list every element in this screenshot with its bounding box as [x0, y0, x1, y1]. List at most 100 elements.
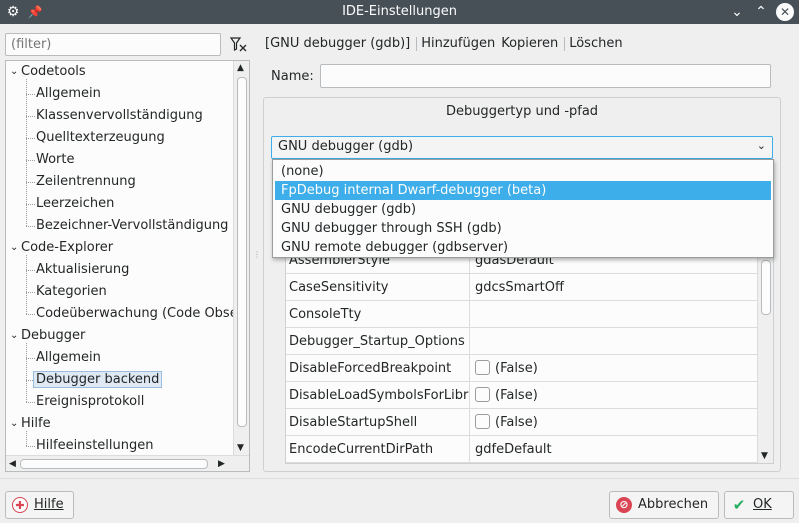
title-bar: ⚙ 📌 IDE-Einstellungen ⌄ ⌃ ✕	[0, 0, 799, 24]
tree-item[interactable]: Aktualisierung	[36, 259, 129, 281]
ok-button[interactable]: ✔ OK	[724, 491, 794, 519]
property-value[interactable]: gdfeDefault	[470, 436, 758, 463]
tree-item-label: Quelltexterzeugung	[36, 130, 165, 145]
dropdown-option[interactable]: GNU debugger through SSH (gdb)	[275, 219, 771, 238]
name-label: Name:	[271, 69, 314, 84]
tree-category[interactable]: ⌄ Codetools	[10, 61, 86, 83]
group-title: Debuggertyp und -pfad	[445, 104, 599, 119]
scroll-down-icon[interactable]: ▼	[761, 451, 768, 461]
tree-branch-line	[26, 226, 35, 227]
property-value[interactable]: (False)	[470, 409, 758, 436]
tree-branch-line	[26, 270, 35, 271]
property-row[interactable]: CaseSensitivity gdcsSmartOff	[286, 274, 758, 301]
window-title: IDE-Einstellungen	[342, 4, 457, 19]
scroll-right-icon[interactable]: ▶	[218, 459, 225, 469]
tree-item-label: Bezeichner-Vervollständigung	[36, 218, 229, 233]
dropdown-option[interactable]: FpDebug internal Dwarf-debugger (beta)	[275, 181, 771, 200]
tree-item[interactable]: Codeüberwachung (Code Obser	[36, 303, 243, 325]
scroll-down-icon[interactable]: ▼	[237, 443, 244, 453]
tree-horizontal-scroll-thumb[interactable]	[20, 459, 208, 469]
property-value-text: (False)	[495, 415, 538, 430]
property-checkbox[interactable]	[475, 360, 490, 375]
expand-chevron-icon[interactable]: ⌄	[10, 237, 22, 259]
filter-input[interactable]	[5, 33, 221, 56]
tree-horizontal-scrollbar[interactable]: ◀ ▶	[6, 455, 249, 471]
dropdown-option[interactable]: (none)	[275, 162, 771, 181]
property-row[interactable]: EncodeCurrentDirPath gdfeDefault	[286, 436, 758, 463]
property-row[interactable]: DisableForcedBreakpoint (False)	[286, 355, 758, 382]
property-checkbox[interactable]	[475, 387, 490, 402]
tree-item[interactable]: Debugger backend	[33, 369, 163, 391]
property-row[interactable]: DisableStartupShell (False)	[286, 409, 758, 436]
bottom-separator	[0, 478, 799, 479]
backend-select-button[interactable]: [GNU debugger (gdb)]	[265, 36, 410, 51]
clear-filter-icon[interactable]	[229, 35, 249, 55]
add-button[interactable]: Hinzufügen	[421, 36, 495, 51]
tree-branch-line	[26, 182, 35, 183]
debugger-type-dropdown-list[interactable]: (none) FpDebug internal Dwarf-debugger (b…	[272, 159, 774, 258]
property-value[interactable]: gdcsSmartOff	[470, 274, 758, 301]
tree-vertical-scroll-thumb[interactable]	[237, 77, 247, 427]
tree-item-label: Hilfe	[21, 416, 51, 431]
property-name: DisableForcedBreakpoint	[286, 355, 470, 382]
ok-button-label: OK	[753, 497, 772, 512]
help-button[interactable]: ✚ Hilfe	[5, 491, 74, 519]
scroll-left-icon[interactable]: ◀	[9, 459, 16, 469]
tree-item[interactable]: Klassenvervollständigung	[36, 105, 203, 127]
tree-item[interactable]: Leerzeichen	[36, 193, 114, 215]
property-value[interactable]: (False)	[470, 355, 758, 382]
tree-category[interactable]: ⌄ Debugger	[10, 325, 86, 347]
property-name: ConsoleTty	[286, 301, 470, 328]
tree-item[interactable]: Zeilentrennung	[36, 171, 136, 193]
tree-item[interactable]: Allgemein	[36, 347, 101, 369]
chevron-down-icon: ⌄	[756, 139, 766, 152]
minimize-icon[interactable]: ⌄	[727, 2, 747, 22]
tree-item[interactable]: Kategorien	[36, 281, 107, 303]
tree-item[interactable]: Quelltexterzeugung	[36, 127, 165, 149]
delete-button[interactable]: Löschen	[569, 36, 622, 51]
maximize-icon[interactable]: ⌃	[751, 2, 771, 22]
property-checkbox[interactable]	[475, 414, 490, 429]
property-value[interactable]	[470, 328, 758, 355]
close-icon[interactable]: ✕	[776, 3, 794, 21]
grid-vertical-scroll-thumb[interactable]	[761, 260, 771, 315]
property-name: DisableLoadSymbolsForLibrar	[286, 382, 470, 409]
tree-category[interactable]: ⌄ Code-Explorer	[10, 237, 113, 259]
property-value-text: (False)	[495, 388, 538, 403]
splitter-handle[interactable]: ⋮	[253, 250, 261, 259]
property-row[interactable]: DisableLoadSymbolsForLibrar (False)	[286, 382, 758, 409]
copy-button[interactable]: Kopieren	[501, 36, 558, 51]
property-name: CaseSensitivity	[286, 274, 470, 301]
name-input[interactable]	[320, 64, 771, 88]
tree-item-label: Zeilentrennung	[36, 174, 136, 189]
scroll-up-icon[interactable]: ▲	[237, 63, 244, 73]
tree-item[interactable]: Hilfeeinstellungen	[36, 435, 153, 457]
property-row[interactable]: ConsoleTty	[286, 301, 758, 328]
tree-item[interactable]: Ereignisprotokoll	[36, 391, 144, 413]
debugger-type-combo[interactable]: GNU debugger (gdb) ⌄	[271, 136, 773, 159]
tree-branch-line	[26, 94, 35, 95]
tree-item-label: Codeüberwachung (Code Obser	[36, 306, 244, 321]
dropdown-option[interactable]: GNU remote debugger (gdbserver)	[275, 238, 771, 257]
tree-item[interactable]: Bezeichner-Vervollständigung	[36, 215, 228, 237]
tree-item-label: Aktualisierung	[36, 262, 130, 277]
expand-chevron-icon[interactable]: ⌄	[10, 413, 22, 435]
tree-item[interactable]: Allgemein	[36, 83, 101, 105]
tree-branch-line	[26, 343, 27, 402]
settings-tree[interactable]: ⌄ Codetools Allgemein Klassenvervollständig…	[5, 60, 250, 472]
property-name: Debugger_Startup_Options	[286, 328, 470, 355]
property-value[interactable]	[470, 301, 758, 328]
dropdown-option[interactable]: GNU debugger (gdb)	[275, 200, 771, 219]
expand-chevron-icon[interactable]: ⌄	[10, 325, 22, 347]
expand-chevron-icon[interactable]: ⌄	[10, 61, 22, 83]
tree-category[interactable]: ⌄ Hilfe	[10, 413, 51, 435]
property-value[interactable]: (False)	[470, 382, 758, 409]
tree-vertical-scrollbar[interactable]: ▲ ▼	[233, 61, 249, 455]
tree-item-label: Debugger	[21, 328, 86, 343]
tree-branch-line	[26, 402, 35, 403]
tree-item-label: Ereignisprotokoll	[36, 394, 145, 409]
tree-item[interactable]: Worte	[36, 149, 75, 171]
cancel-button[interactable]: ⊘ Abbrechen	[609, 491, 719, 519]
toolbar-separator	[564, 36, 566, 51]
property-row[interactable]: Debugger_Startup_Options	[286, 328, 758, 355]
